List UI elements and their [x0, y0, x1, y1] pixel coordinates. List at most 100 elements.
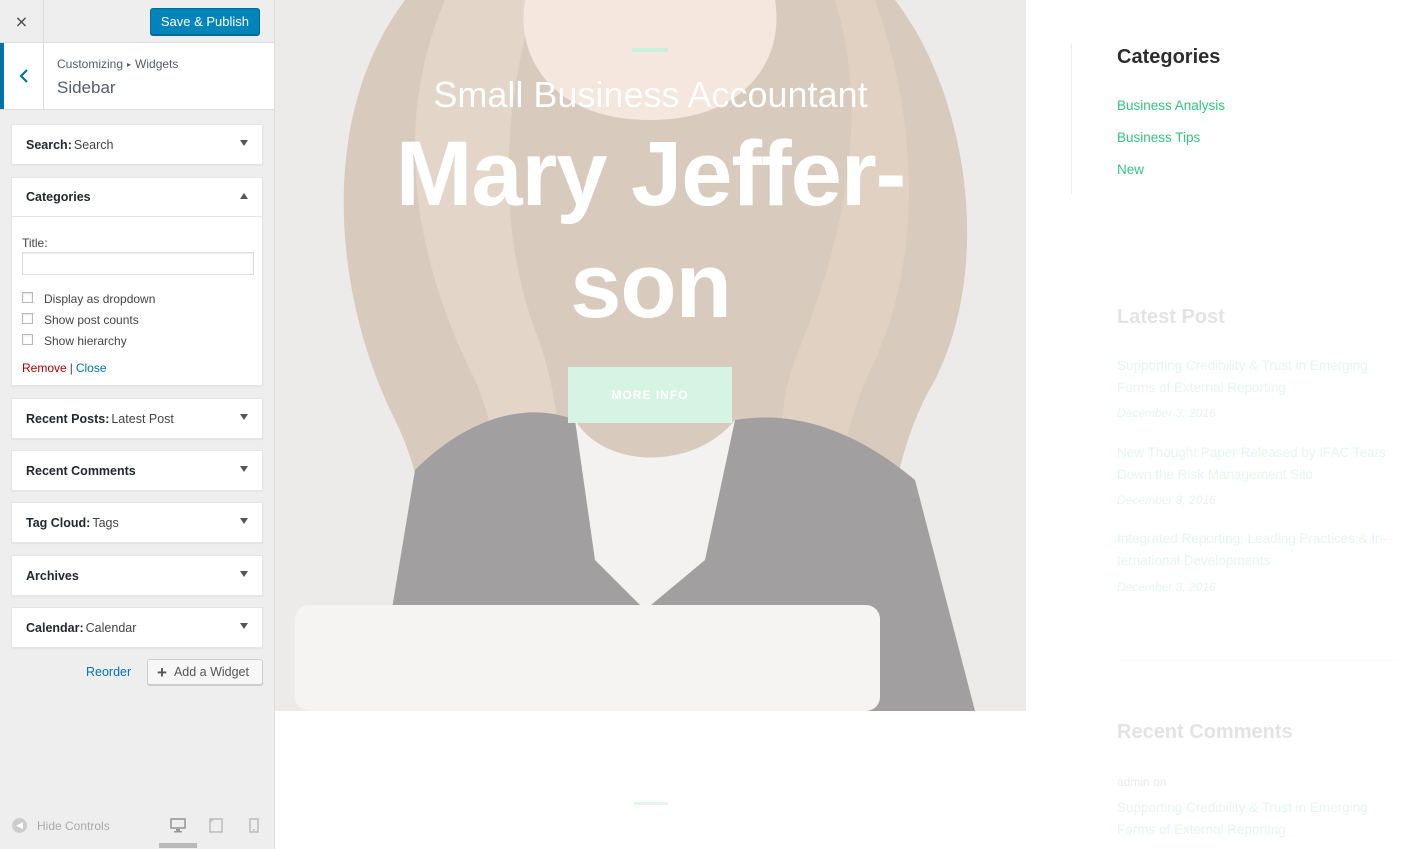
widget-archives: Archives [11, 555, 263, 596]
widget-search: Search: Search [11, 124, 263, 165]
comment-on: on [1153, 775, 1167, 789]
sidebar-divider [1071, 44, 1072, 194]
close-customizer-button[interactable]: × [0, 0, 44, 42]
checkbox[interactable] [22, 312, 33, 324]
category-link[interactable]: New [1117, 162, 1144, 177]
mobile-preview-button[interactable] [249, 818, 265, 833]
comment-author: admin [1117, 775, 1150, 789]
widget-calendar-toggle[interactable]: Calendar: Calendar [12, 608, 262, 647]
customizer-footer: ◀ Hide Controls [0, 806, 275, 849]
widget-title-label: Search [73, 137, 114, 152]
widget-archives-toggle[interactable]: Archives [12, 556, 262, 595]
post-link-line: Supporting Credibility & Trust in Emergi… [1117, 358, 1368, 373]
divider [1117, 660, 1399, 661]
divider [1117, 245, 1399, 246]
mobile-icon [249, 818, 259, 833]
reorder-link[interactable]: Reorder [86, 665, 131, 679]
desktop-icon [170, 818, 186, 833]
widget-type-label: Calendar: [26, 620, 84, 635]
widget-search-toggle[interactable]: Search: Search [12, 125, 262, 164]
separator: | [69, 361, 73, 375]
widget-tag-cloud: Tag Cloud: Tags [11, 502, 263, 543]
section-header: Customizing ▸ Widgets Sidebar [0, 43, 274, 110]
add-widget-button[interactable]: + Add a Widget [147, 659, 263, 685]
close-icon: × [14, 11, 29, 31]
post-link[interactable]: Supporting Credibility & Trust in Emergi… [1117, 355, 1392, 399]
chevron-down-icon [240, 414, 248, 420]
widget-tag-cloud-toggle[interactable]: Tag Cloud: Tags [12, 503, 262, 542]
widget-title-label: Calendar [85, 620, 137, 635]
widget-recent-posts-toggle[interactable]: Recent Posts: Latest Post [12, 399, 262, 438]
category-link[interactable]: Business Analysis [1117, 98, 1225, 113]
hide-controls-button[interactable]: ◀ Hide Controls [12, 818, 110, 833]
post-link[interactable]: New Thought Paper Released by IFAC Tears… [1117, 442, 1392, 486]
widget-recent-comments: Recent Comments [11, 450, 263, 491]
collapse-arrow-icon: ◀ [12, 818, 27, 833]
latest-post-heading: Latest Post [1117, 306, 1225, 328]
comment-post-link[interactable]: Supporting Credibility & Trust in Emergi… [1117, 797, 1392, 841]
widget-title-label: Tags [92, 515, 119, 530]
post-link-line: Supporting Credibility & Trust in Emergi… [1117, 800, 1368, 815]
widget-categories: Categories Title: Display as dropdown Sh… [11, 177, 263, 386]
option-label: Show post counts [44, 313, 139, 327]
post-link[interactable]: Integrated Reporting: Leading Practices … [1117, 528, 1392, 572]
tablet-icon [209, 818, 223, 833]
hero-title: Mary Jeffer- son [275, 118, 1026, 342]
widget-actions: Remove | Close [22, 361, 252, 375]
recent-comments-heading: Recent Comments [1117, 721, 1293, 743]
widget-title-label: Latest Post [111, 411, 174, 426]
title-field[interactable] [22, 252, 254, 275]
remove-widget-link[interactable]: Remove [22, 361, 67, 375]
post-link-line: Forms of External Reporting [1117, 380, 1286, 395]
option-label: Show hierarchy [44, 334, 127, 348]
breadcrumb-root: Customizing [57, 57, 124, 71]
comment-meta: admin on [1117, 775, 1166, 789]
hero-title-line-2: son [570, 235, 732, 337]
widget-type-label: Recent Posts: [26, 411, 110, 426]
categories-heading: Categories [1117, 46, 1221, 68]
breadcrumb-child: Widgets [135, 57, 179, 71]
widget-type-label: Categories [26, 190, 91, 204]
breadcrumb: Customizing ▸ Widgets [57, 57, 178, 71]
chevron-down-icon [240, 623, 248, 629]
post-date: December 3, 2016 [1117, 493, 1216, 507]
customizer-panel: × Save & Publish Customizing ▸ Widgets Sid… [0, 0, 275, 849]
widget-type-label: Recent Comments [26, 463, 136, 478]
widget-recent-comments-toggle[interactable]: Recent Comments [12, 451, 262, 490]
option-show-hierarchy[interactable]: Show hierarchy [22, 331, 252, 351]
section-title: Sidebar [57, 78, 116, 97]
chevron-up-icon [240, 193, 248, 199]
checkbox[interactable] [22, 291, 33, 303]
add-widget-label: Add a Widget [173, 665, 249, 679]
customizer-header: × Save & Publish [0, 0, 274, 43]
widget-calendar: Calendar: Calendar [11, 607, 263, 648]
checkbox[interactable] [22, 333, 33, 345]
title-field-label: Title: [22, 236, 48, 250]
back-button[interactable] [0, 43, 44, 109]
desktop-preview-button[interactable] [170, 818, 186, 833]
widget-categories-toggle[interactable]: Categories [12, 178, 262, 217]
widget-categories-form: Title: Display as dropdown Show post cou… [12, 236, 262, 375]
hero-subtitle: Small Business Accountant [433, 74, 868, 115]
section-accent-line [634, 802, 668, 805]
active-device-indicator [159, 843, 197, 848]
preview-sidebar: Categories Business Analysis Business Ti… [1027, 0, 1419, 849]
post-link-line: Integrated Reporting: Leading Practices … [1117, 531, 1388, 546]
widget-type-label: Tag Cloud: [26, 515, 91, 530]
tablet-preview-button[interactable] [209, 818, 225, 833]
post-link-line: Down the Risk Management Silo [1117, 467, 1313, 482]
post-date: December 3, 2016 [1117, 580, 1216, 594]
chevron-left-icon [18, 69, 28, 83]
plus-icon: + [157, 662, 167, 682]
more-info-button[interactable]: MORE INFO [568, 367, 732, 423]
option-display-dropdown[interactable]: Display as dropdown [22, 289, 252, 309]
chevron-down-icon [240, 466, 248, 472]
option-show-post-counts[interactable]: Show post counts [22, 310, 252, 330]
save-publish-button[interactable]: Save & Publish [149, 8, 260, 35]
option-label: Display as dropdown [44, 292, 156, 306]
category-link[interactable]: Business Tips [1117, 130, 1200, 145]
close-widget-link[interactable]: Close [76, 361, 107, 375]
hero-title-line-1: Mary Jeffer- [395, 123, 907, 225]
post-link-line: Forms of External Reporting [1117, 822, 1286, 837]
widget-type-label: Archives [26, 568, 79, 583]
